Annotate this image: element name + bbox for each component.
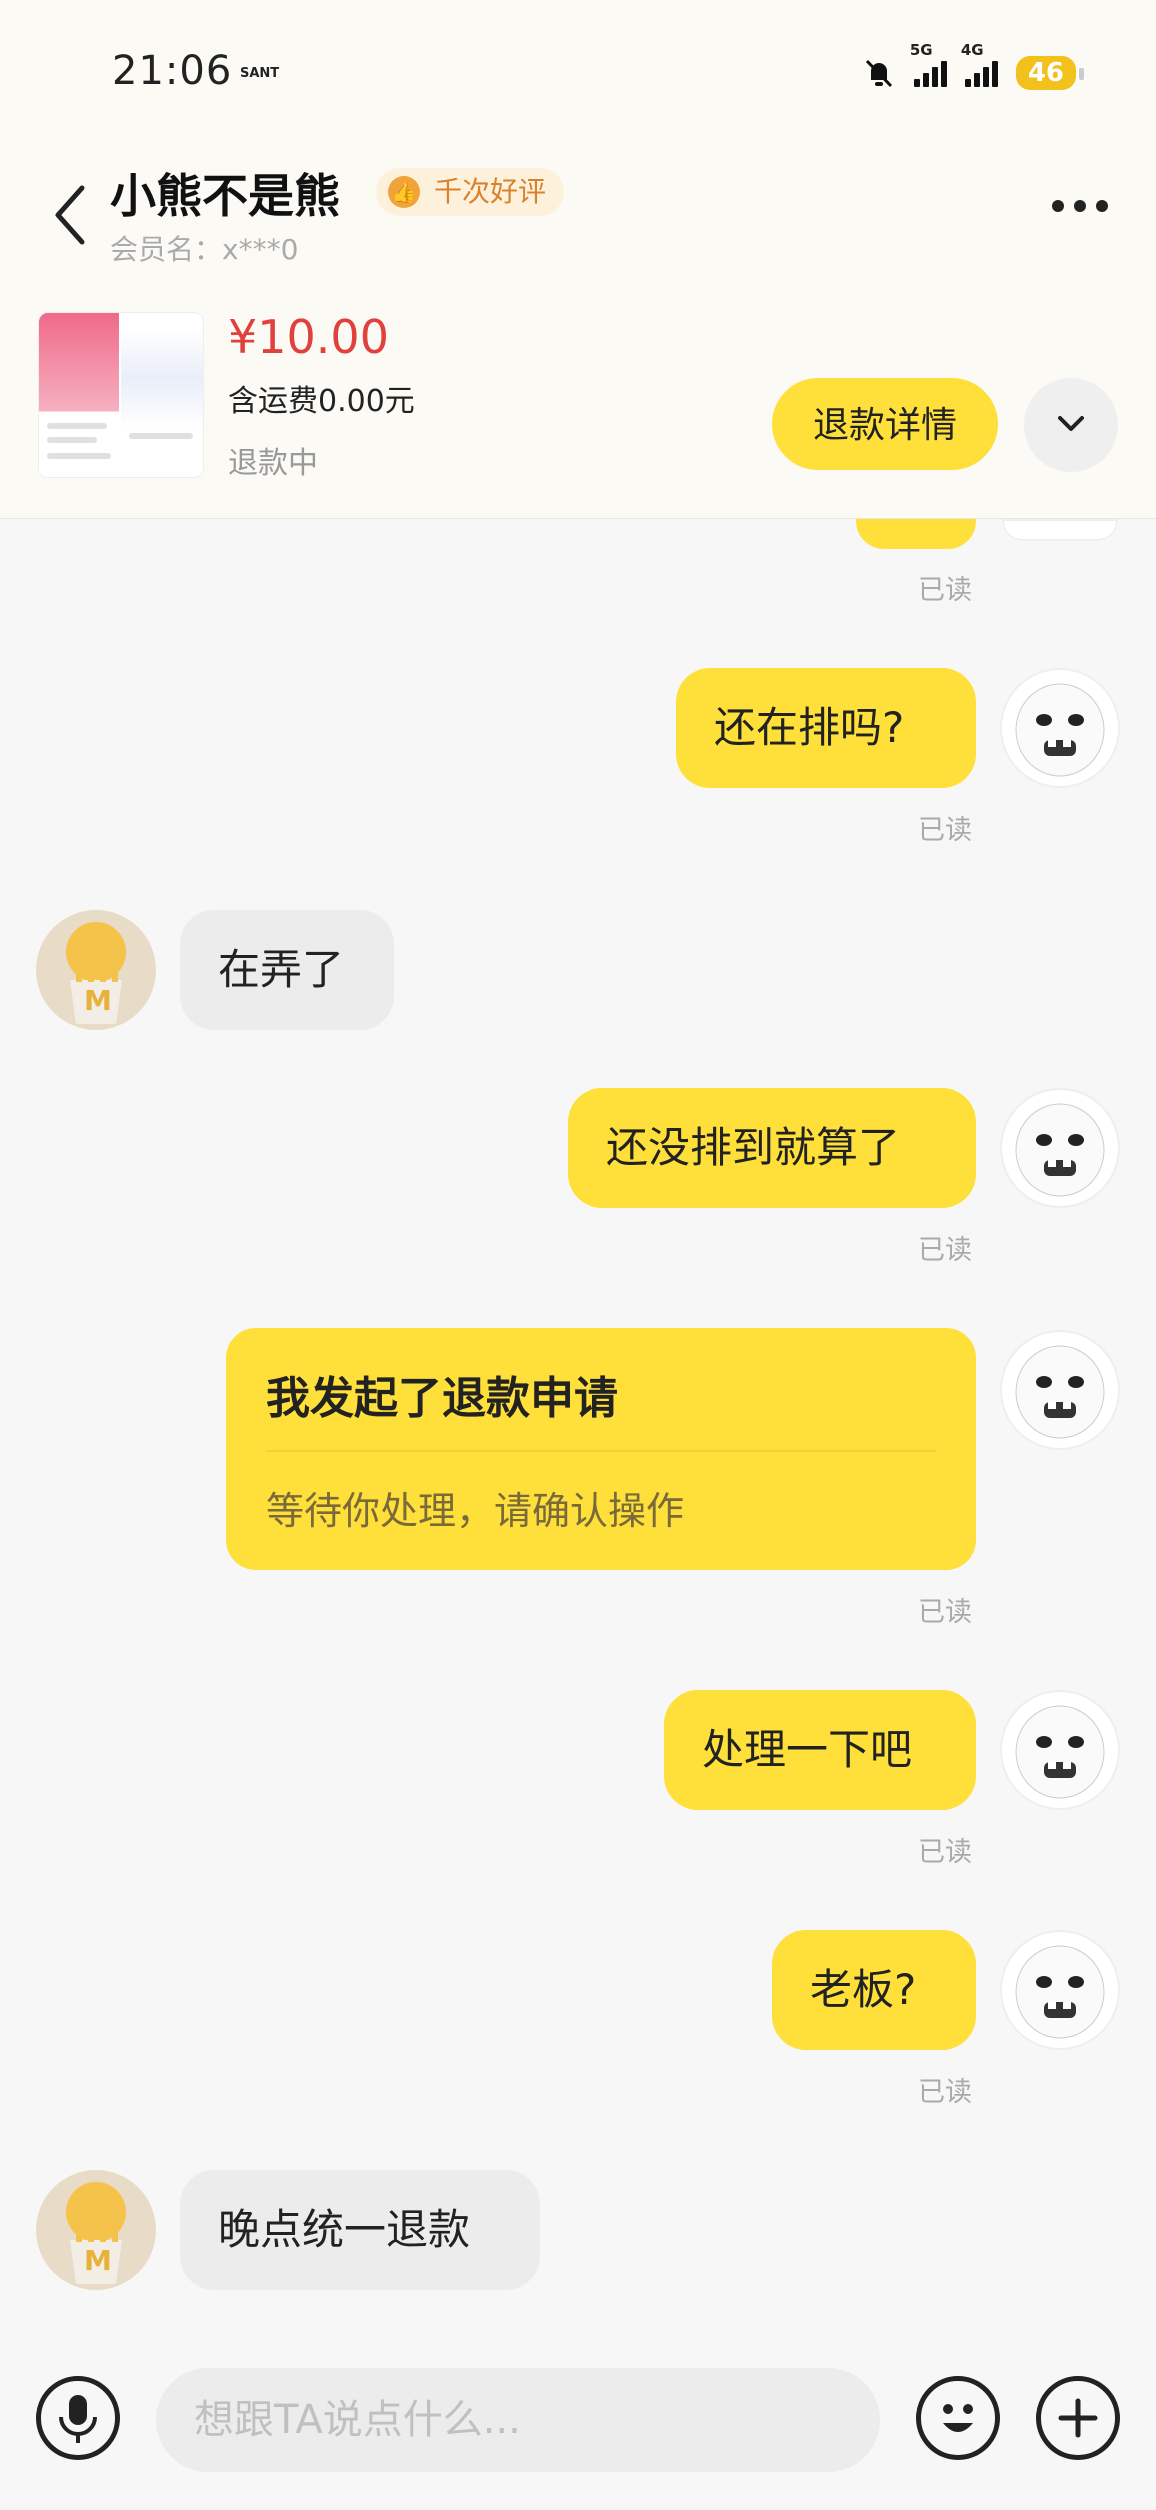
my-avatar[interactable] xyxy=(1000,1930,1120,2050)
status-icons: 5G 4G 46 xyxy=(862,41,1085,90)
mute-bell-icon xyxy=(865,59,892,88)
order-price: ¥10.00 xyxy=(228,310,389,364)
shop-avatar[interactable]: M xyxy=(36,910,156,1030)
back-button[interactable] xyxy=(50,180,110,250)
status-time: 21:06 xyxy=(112,48,233,94)
expand-button[interactable] xyxy=(1024,378,1118,472)
status-bar: 21:06 SANT 5G 4G 46 xyxy=(0,0,1156,150)
read-receipt: 已读 xyxy=(918,1235,972,1266)
more-dot-icon xyxy=(1096,200,1108,212)
panda-meme-icon xyxy=(1015,1103,1105,1197)
order-status: 退款中 xyxy=(228,446,318,481)
message-bubble[interactable]: 老板? xyxy=(772,1930,976,2050)
shipping-fee: 含运费0.00元 xyxy=(228,384,415,419)
shop-name[interactable]: 小熊不是熊 xyxy=(110,160,340,226)
shop-avatar[interactable]: M xyxy=(36,2170,156,2290)
more-dot-icon xyxy=(1074,200,1086,212)
back-arrow-icon xyxy=(55,185,85,245)
rating-badge-label: 千次好评 xyxy=(434,175,547,208)
message-bubble[interactable]: 还在排吗? xyxy=(676,668,976,788)
carrier-tag: SANT xyxy=(240,66,280,81)
my-avatar[interactable] xyxy=(1000,1088,1120,1208)
fries-icon: M xyxy=(70,2190,122,2284)
message-bubble[interactable]: 在弄了 xyxy=(180,910,394,1030)
read-receipt: 已读 xyxy=(918,575,972,606)
member-name: 会员名：x***0 xyxy=(110,233,299,266)
panda-meme-icon xyxy=(1015,1945,1105,2039)
my-avatar[interactable] xyxy=(1000,1690,1120,1810)
more-actions-button[interactable] xyxy=(1036,2376,1120,2460)
input-bar xyxy=(0,2336,1156,2510)
network-4g-label: 4G xyxy=(960,41,984,59)
panda-meme-icon xyxy=(1015,683,1105,777)
read-receipt: 已读 xyxy=(918,2077,972,2108)
card-divider xyxy=(266,1450,936,1452)
message-input[interactable] xyxy=(156,2368,880,2472)
message-bubble-partial[interactable] xyxy=(856,519,976,549)
thumbs-up-icon: 👍 xyxy=(388,176,420,208)
message-bubble[interactable]: 处理一下吧 xyxy=(664,1690,976,1810)
card-title: 我发起了退款申请 xyxy=(266,1373,618,1424)
network-5g-label: 5G xyxy=(909,41,933,59)
more-options-button[interactable] xyxy=(1052,200,1108,212)
read-receipt: 已读 xyxy=(918,1597,972,1628)
fries-icon: M xyxy=(70,930,122,1024)
emoji-icon xyxy=(943,2404,973,2432)
refund-request-card[interactable]: 我发起了退款申请 等待你处理，请确认操作 xyxy=(226,1328,976,1570)
svg-text:M: M xyxy=(84,2244,112,2277)
read-receipt: 已读 xyxy=(918,815,972,846)
more-dot-icon xyxy=(1052,200,1064,212)
emoji-button[interactable] xyxy=(916,2376,1000,2460)
voice-button[interactable] xyxy=(36,2376,120,2460)
rating-badge: 👍 千次好评 xyxy=(376,168,565,216)
signal-4g-icon: 4G xyxy=(961,41,998,87)
card-subtitle: 等待你处理，请确认操作 xyxy=(266,1489,685,1533)
message-bubble[interactable]: 还没排到就算了 xyxy=(568,1088,976,1208)
my-avatar[interactable] xyxy=(1000,668,1120,788)
avatar-partial xyxy=(1002,519,1118,541)
refund-details-button[interactable]: 退款详情 xyxy=(772,378,998,470)
microphone-icon xyxy=(59,2395,97,2443)
message-bubble[interactable]: 晚点统一退款 xyxy=(180,2170,540,2290)
read-receipt: 已读 xyxy=(918,1837,972,1868)
chevron-down-icon xyxy=(1058,416,1084,431)
battery-indicator: 46 xyxy=(1015,56,1085,90)
signal-5g-icon: 5G xyxy=(910,41,947,87)
chat-header: 小熊不是熊 👍 千次好评 会员名：x***0 ¥10.00 含运费0.00元 退… xyxy=(0,150,1156,519)
product-thumbnail[interactable] xyxy=(38,312,204,478)
svg-text:M: M xyxy=(84,984,112,1017)
plus-icon xyxy=(1058,2398,1098,2438)
panda-meme-icon xyxy=(1015,1345,1105,1439)
panda-meme-icon xyxy=(1015,1705,1105,1799)
my-avatar[interactable] xyxy=(1000,1330,1120,1450)
